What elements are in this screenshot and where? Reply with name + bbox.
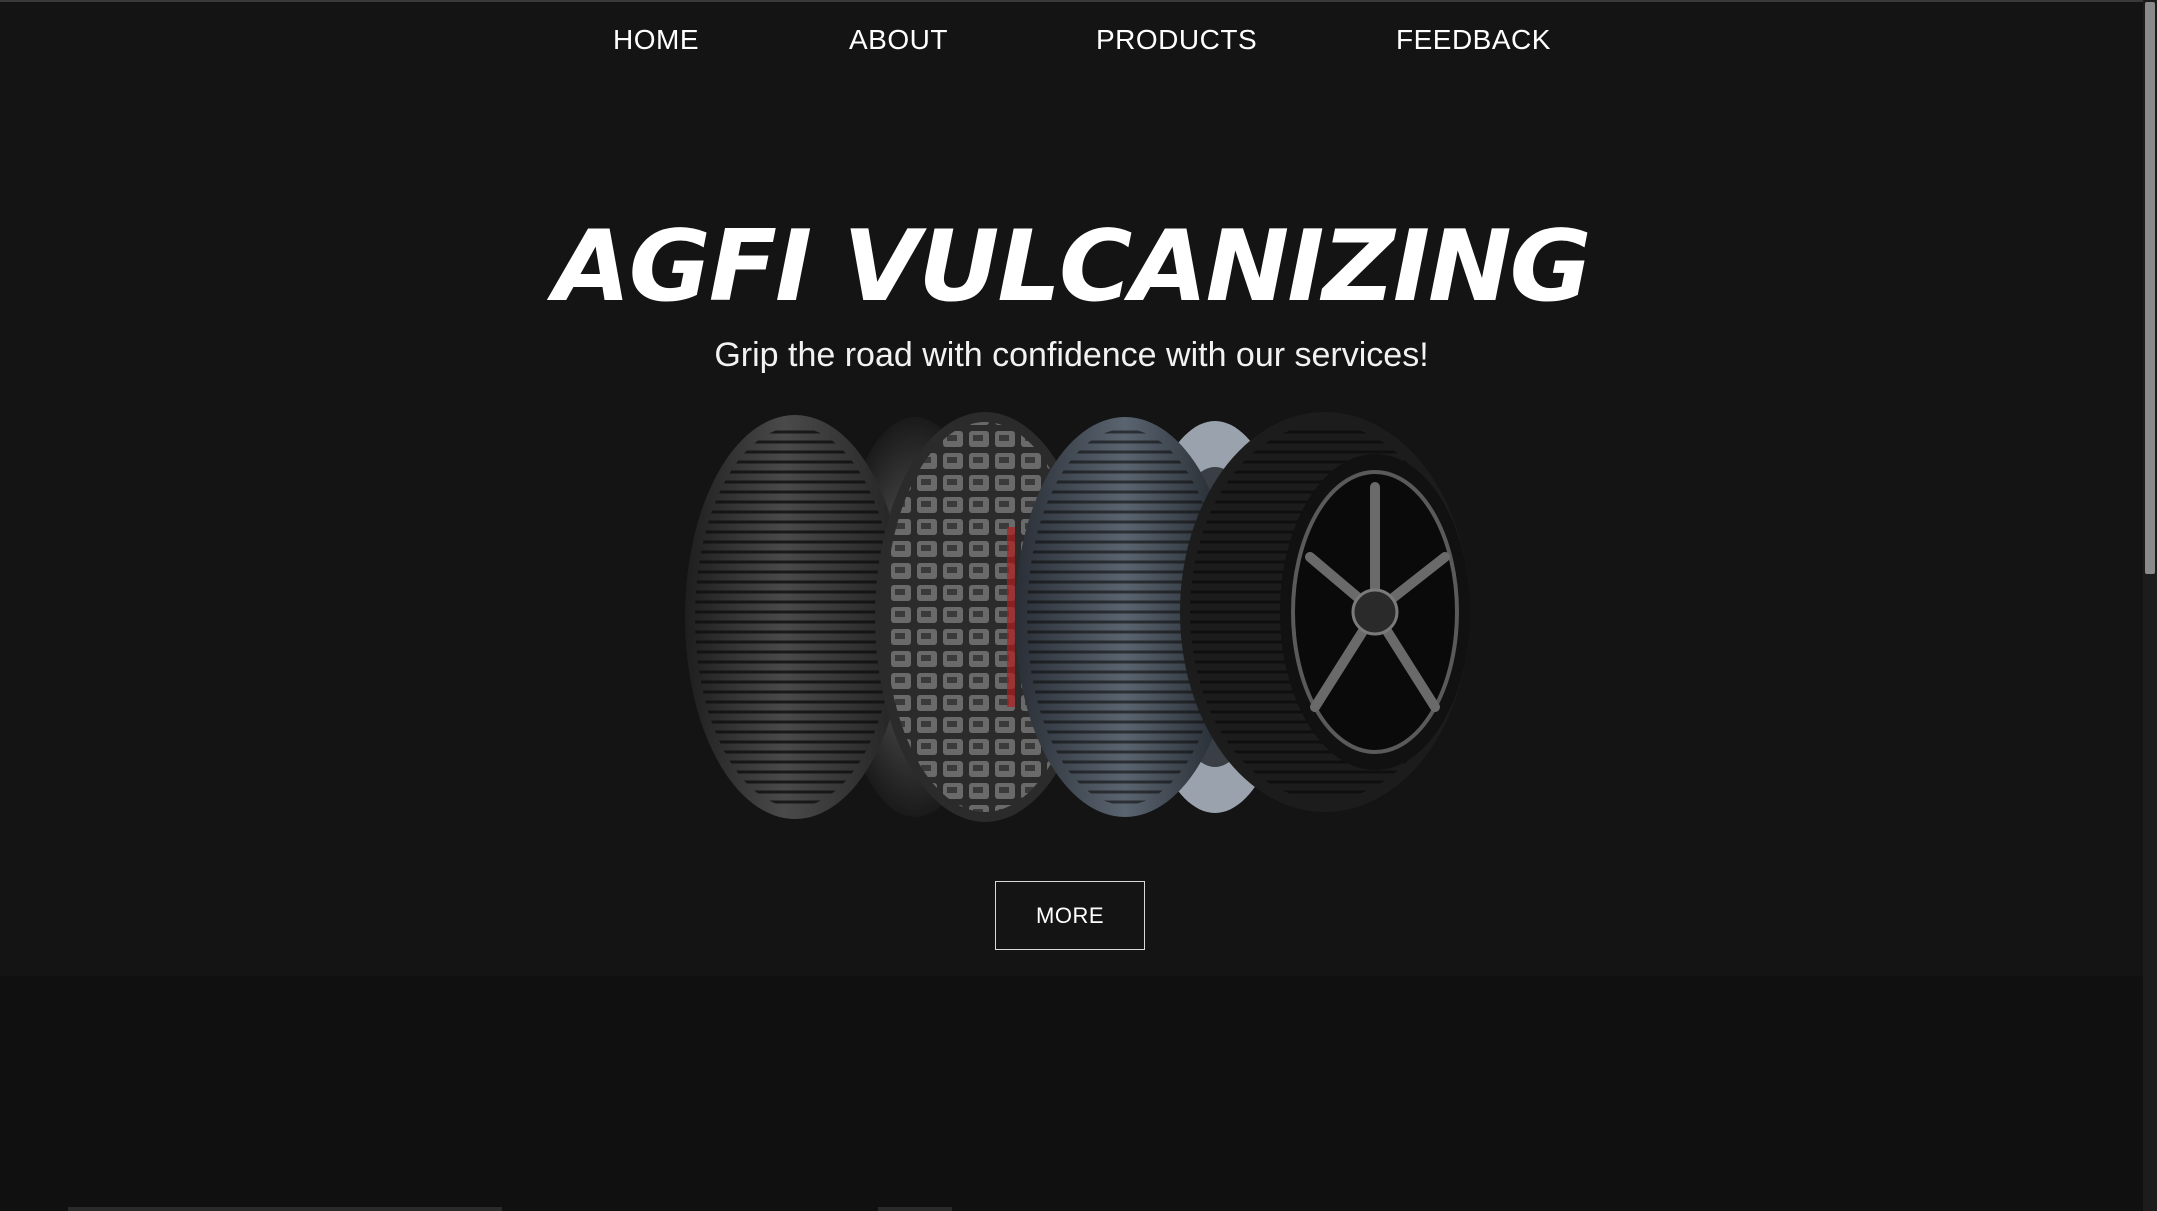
more-button[interactable]: MORE [995,881,1145,950]
nav-feedback-link[interactable]: FEEDBACK [1396,23,1551,57]
tire-4-graphic [1180,412,1470,812]
nav-home-link[interactable]: HOME [613,23,699,57]
main-nav: HOME ABOUT PRODUCTS FEEDBACK [0,2,2143,80]
scrollbar-thumb[interactable] [2145,2,2155,574]
page-title: AGFI VULCANIZING [553,210,1591,324]
scrollbar-track[interactable] [2143,0,2157,1211]
next-section-edge [68,1207,502,1211]
hero-section: HOME ABOUT PRODUCTS FEEDBACK AGFI VULCAN… [0,2,2143,976]
hero-subtitle: Grip the road with confidence with our s… [714,336,1429,374]
next-section-edge-2 [878,1207,952,1211]
nav-about-link[interactable]: ABOUT [849,23,948,57]
nav-products-link[interactable]: PRODUCTS [1096,23,1257,57]
tires-image [685,412,1470,822]
